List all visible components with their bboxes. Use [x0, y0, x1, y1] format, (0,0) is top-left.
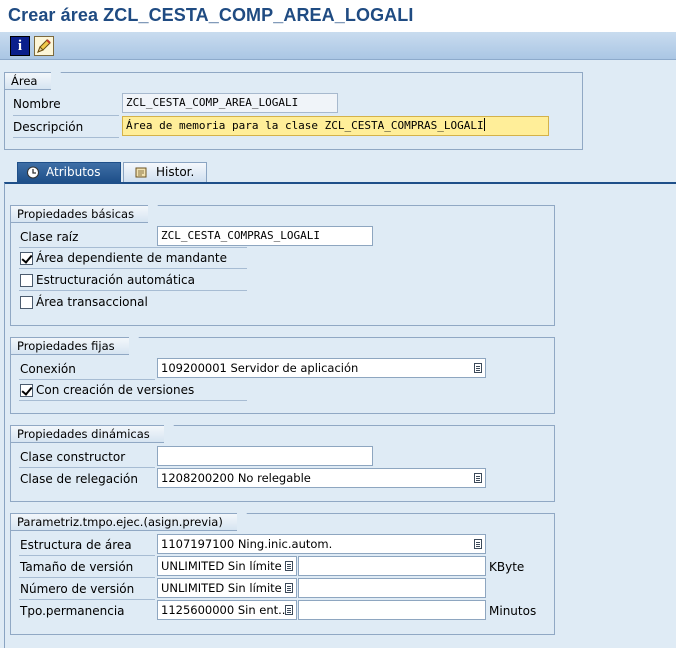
numero-label: Número de versión	[20, 582, 135, 596]
title-bar: Crear área ZCL_CESTA_COMP_AREA_LOGALI	[0, 0, 676, 32]
tab-histor-label: Histor.	[156, 165, 195, 179]
application-toolbar: i	[0, 32, 676, 60]
relegacion-label: Clase de relegación	[20, 472, 138, 486]
tamano-value: UNLIMITED Sin límite	[161, 559, 282, 573]
basicas-group-title: Propiedades básicas	[10, 205, 159, 223]
permanencia-value: 1125600000 Sin ent...	[161, 603, 290, 617]
tamano-label: Tamaño de versión	[20, 560, 134, 574]
dependiente-label: Área dependiente de mandante	[36, 251, 228, 265]
value-help-icon[interactable]	[474, 539, 482, 549]
tab-histor[interactable]: Histor.	[123, 162, 207, 182]
constructor-field[interactable]	[157, 446, 373, 466]
parametriz-group-title: Parametriz.tmpo.ejec.(asign.previa)	[10, 513, 247, 531]
estructura-label: Estructura de área	[20, 538, 132, 552]
permanencia-unit: Minutos	[489, 604, 537, 618]
constructor-label: Clase constructor	[20, 450, 126, 464]
scroll-icon	[134, 166, 148, 179]
value-help-icon[interactable]	[474, 473, 482, 483]
clase-raiz-label: Clase raíz	[20, 230, 79, 244]
value-help-icon[interactable]	[285, 605, 293, 615]
nombre-field[interactable]: ZCL_CESTA_COMP_AREA_LOGALI	[122, 93, 338, 113]
info-icon[interactable]: i	[10, 36, 30, 56]
parametriz-group: Parametriz.tmpo.ejec.(asign.previa) Estr…	[10, 513, 555, 635]
versiones-checkbox[interactable]	[20, 384, 33, 397]
estructura-field[interactable]: 1107197100 Ning.inic.autom.	[157, 534, 486, 554]
conexion-label: Conexión	[20, 362, 76, 376]
dinamicas-group: Propiedades dinámicas Clase constructor …	[10, 425, 555, 502]
conexion-value: 109200001 Servidor de aplicación	[161, 361, 359, 375]
pencil-icon[interactable]	[34, 36, 54, 56]
tab-atributos[interactable]: Atributos	[17, 162, 121, 182]
tamano-amount-field[interactable]	[298, 556, 486, 576]
tab-atributos-label: Atributos	[46, 165, 101, 179]
permanencia-field[interactable]: 1125600000 Sin ent...	[157, 600, 297, 620]
value-help-icon[interactable]	[474, 363, 482, 373]
value-help-icon[interactable]	[285, 583, 293, 593]
numero-value: UNLIMITED Sin límite	[161, 581, 282, 595]
conexion-field[interactable]: 109200001 Servidor de aplicación	[157, 358, 486, 378]
relegacion-field[interactable]: 1208200200 No relegable	[157, 468, 486, 488]
transaccional-checkbox[interactable]	[20, 296, 33, 309]
estructura-value: 1107197100 Ning.inic.autom.	[161, 537, 333, 551]
area-group-title: Área	[4, 72, 63, 90]
estructuracion-label: Estructuración automática	[36, 273, 196, 287]
estructuracion-checkbox[interactable]	[20, 274, 33, 287]
nombre-label: Nombre	[13, 97, 61, 111]
dinamicas-group-title: Propiedades dinámicas	[10, 425, 174, 443]
clock-icon	[26, 166, 40, 179]
permanencia-label: Tpo.permanencia	[20, 604, 125, 618]
fijas-group: Propiedades fijas Conexión 109200001 Ser…	[10, 337, 555, 414]
relegacion-value: 1208200200 No relegable	[161, 471, 311, 485]
numero-field[interactable]: UNLIMITED Sin límite	[157, 578, 297, 598]
versiones-label: Con creación de versiones	[36, 383, 195, 397]
transaccional-label: Área transaccional	[36, 295, 148, 309]
tamano-unit: KByte	[489, 560, 525, 574]
basicas-group: Propiedades básicas Clase raíz ZCL_CESTA…	[10, 205, 555, 326]
area-group: Área Nombre ZCL_CESTA_COMP_AREA_LOGALI D…	[4, 72, 583, 150]
descripcion-label: Descripción	[13, 120, 84, 134]
window-title: Crear área ZCL_CESTA_COMP_AREA_LOGALI	[8, 5, 414, 25]
descripcion-value: Área de memoria para la clase ZCL_CESTA_…	[126, 119, 484, 132]
descripcion-field[interactable]: Área de memoria para la clase ZCL_CESTA_…	[122, 116, 549, 136]
value-help-icon[interactable]	[285, 561, 293, 571]
dependiente-checkbox[interactable]	[20, 252, 33, 265]
permanencia-amount-field[interactable]	[298, 600, 486, 620]
numero-amount-field[interactable]	[298, 578, 486, 598]
tamano-field[interactable]: UNLIMITED Sin límite	[157, 556, 297, 576]
clase-raiz-field[interactable]: ZCL_CESTA_COMPRAS_LOGALI	[157, 226, 373, 246]
fijas-group-title: Propiedades fijas	[10, 337, 139, 355]
